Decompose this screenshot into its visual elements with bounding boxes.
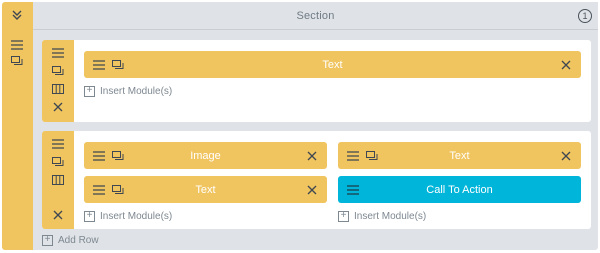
insert-modules-label: Insert Module(s) (354, 210, 427, 222)
plus-square-icon: + (84, 210, 95, 222)
insert-modules-button[interactable]: + Insert Module(s) (84, 83, 172, 99)
module-call-to-action[interactable]: Call To Action (338, 176, 581, 203)
section: Section 1 Text + Insert Module(s) Image … (2, 2, 598, 250)
module-text[interactable]: Text (338, 142, 581, 169)
insert-modules-button[interactable]: + Insert Module(s) (338, 208, 426, 224)
insert-modules-label: Insert Module(s) (100, 85, 173, 97)
module-label: Text (322, 58, 343, 71)
module-image[interactable]: Image (84, 142, 327, 169)
module-text[interactable]: Text (84, 176, 327, 203)
hamburger-icon[interactable] (92, 182, 106, 197)
hamburger-icon[interactable] (346, 182, 360, 197)
hamburger-icon[interactable] (49, 46, 67, 60)
duplicate-icon[interactable] (111, 57, 125, 72)
close-icon[interactable] (305, 182, 319, 197)
close-icon[interactable] (49, 100, 67, 114)
hamburger-icon[interactable] (49, 137, 67, 151)
row-controls-rail (42, 40, 74, 122)
close-icon[interactable] (305, 148, 319, 163)
hamburger-icon[interactable] (92, 148, 106, 163)
close-icon[interactable] (559, 57, 573, 72)
section-header: Section 1 (33, 2, 598, 30)
module-text[interactable]: Text (84, 51, 581, 78)
duplicate-icon[interactable] (8, 53, 26, 69)
row-controls-rail (42, 131, 74, 229)
columns-icon[interactable] (49, 82, 67, 96)
add-row-button[interactable]: + Add Row (42, 232, 99, 248)
help-icon[interactable]: 1 (578, 9, 592, 23)
plus-square-icon: + (42, 234, 53, 246)
chevrons-down-icon[interactable] (8, 7, 26, 23)
row-2: Image Text + Insert Module(s) Text Call … (42, 131, 591, 229)
hamburger-icon[interactable] (8, 37, 26, 53)
duplicate-icon[interactable] (111, 182, 125, 197)
plus-square-icon: + (84, 85, 95, 97)
close-icon[interactable] (559, 148, 573, 163)
insert-modules-button[interactable]: + Insert Module(s) (84, 208, 172, 224)
duplicate-icon[interactable] (365, 148, 379, 163)
duplicate-icon[interactable] (49, 64, 67, 78)
insert-modules-label: Insert Module(s) (100, 210, 173, 222)
row-1: Text + Insert Module(s) (42, 40, 591, 122)
duplicate-icon[interactable] (49, 155, 67, 169)
plus-square-icon: + (338, 210, 349, 222)
add-row-label: Add Row (58, 234, 99, 246)
duplicate-icon[interactable] (111, 148, 125, 163)
hamburger-icon[interactable] (92, 57, 106, 72)
hamburger-icon[interactable] (346, 148, 360, 163)
columns-icon[interactable] (49, 173, 67, 187)
close-icon[interactable] (49, 208, 67, 222)
section-title: Section (296, 9, 335, 22)
section-controls-rail (2, 2, 33, 250)
module-label: Call To Action (426, 183, 493, 196)
